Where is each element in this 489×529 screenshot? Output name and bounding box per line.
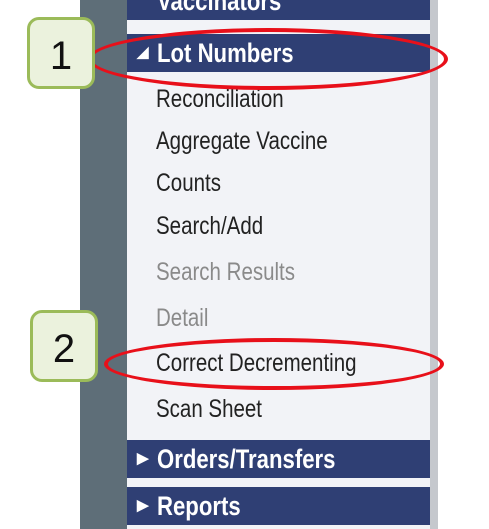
- callout-number-2: 2: [30, 310, 98, 382]
- menu-header-label: Vaccinators: [157, 0, 282, 16]
- menu-header-label: Reports: [157, 491, 241, 521]
- collapsed-triangle-icon: ▶: [137, 497, 149, 514]
- highlight-ellipse-correct-decrementing: [104, 338, 444, 390]
- menu-header-reports[interactable]: ▶ Reports: [127, 487, 430, 525]
- highlight-ellipse-lot-numbers: [88, 28, 448, 90]
- menu-item-detail: Detail: [156, 304, 209, 332]
- collapsed-triangle-icon: ▶: [137, 450, 149, 467]
- menu-item-counts[interactable]: Counts: [156, 163, 221, 203]
- menu-header-vaccinators[interactable]: Vaccinators: [127, 0, 430, 20]
- content-area: [438, 0, 489, 529]
- menu-header-orders-transfers[interactable]: ▶ Orders/Transfers: [127, 440, 430, 478]
- callout-number-1: 1: [27, 17, 95, 89]
- menu-header-label: Orders/Transfers: [157, 444, 336, 474]
- menu-item-aggregate-vaccine[interactable]: Aggregate Vaccine: [156, 121, 328, 161]
- menu-item-search-add[interactable]: Search/Add: [156, 206, 263, 246]
- panel-divider: [430, 0, 438, 529]
- menu-item-scan-sheet[interactable]: Scan Sheet: [156, 389, 262, 429]
- menu-item-search-results: Search Results: [156, 258, 296, 286]
